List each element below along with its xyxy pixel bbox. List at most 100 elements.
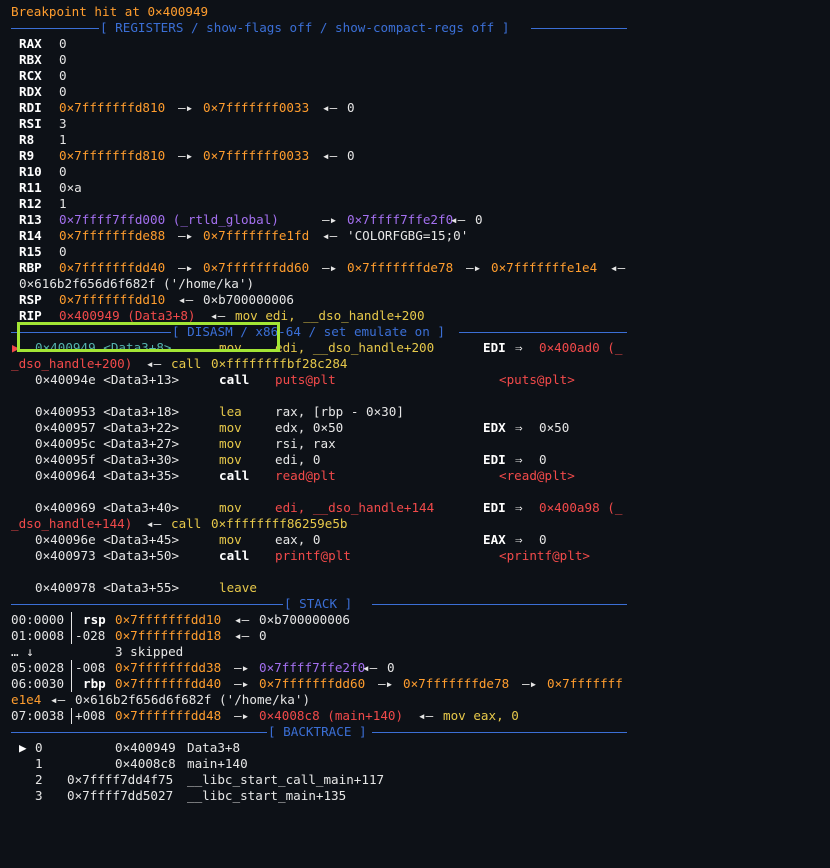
frame-symbol: __libc_start_main+135 bbox=[187, 788, 347, 803]
stack-row: 00:0000 rsp 0×7fffffffdd10 ◂— 0×b7000000… bbox=[11, 612, 350, 628]
stack-address: 0×7fffffffdd38 bbox=[115, 660, 222, 675]
implies-arrow-icon: ⇒ bbox=[515, 500, 523, 515]
instruction-address: 0×400978 <Data3+55> bbox=[35, 580, 180, 595]
register-name: RSI bbox=[19, 116, 42, 131]
deref-value: 0×b700000006 bbox=[203, 292, 294, 307]
register-name: RDX bbox=[19, 84, 42, 99]
highlight-annotation-box bbox=[17, 322, 280, 352]
stack-offset: +008 bbox=[75, 708, 106, 723]
instruction-operands: read@plt bbox=[275, 468, 336, 483]
backtrace-frame: 3 0×7ffff7dd5027 __libc_start_main+135 bbox=[11, 788, 346, 804]
register-value: 0 bbox=[59, 244, 67, 259]
stack-row: 07:0038 +008 0×7fffffffdd48 —▸ 0×4008c8 … bbox=[11, 708, 519, 724]
register-value: 0 bbox=[59, 164, 67, 179]
instruction-mnemonic: mov bbox=[219, 532, 242, 547]
register-row: RDI 0×7fffffffd810 —▸ 0×7fffffff0033 ◂— … bbox=[11, 100, 355, 116]
instruction-address: 0×400969 <Data3+40> bbox=[35, 500, 180, 515]
deref-value: 0 bbox=[347, 148, 355, 163]
pointer-target: 0×7fffffffe1fd bbox=[203, 228, 310, 243]
stack-index: 00:0000 bbox=[11, 612, 65, 627]
instruction-address: 0×40095c <Data3+27> bbox=[35, 436, 180, 451]
instruction-address: 0×40094e <Data3+13> bbox=[35, 372, 180, 387]
instruction-mnemonic: mov bbox=[219, 436, 242, 451]
deref-arrow-icon: ◂— bbox=[50, 692, 66, 707]
instruction-address: 0×40096e <Data3+45> bbox=[35, 532, 180, 547]
implies-arrow-icon: ⇒ bbox=[515, 532, 523, 547]
instruction-mnemonic: mov bbox=[219, 452, 242, 467]
current-frame-marker-icon: ▶ bbox=[19, 740, 27, 755]
frame-address: 0×400949 bbox=[115, 740, 176, 755]
pointer-target: 0×7ffff7ffe2f0 bbox=[347, 212, 454, 227]
instruction-row: 0×400973 <Data3+50> call printf@plt <pri… bbox=[11, 548, 590, 564]
deref-value: 0×616b2f656d6f682f ('/home/ka') bbox=[19, 276, 255, 291]
rule bbox=[11, 604, 283, 605]
deref-arrow-icon: ◂— bbox=[450, 212, 466, 227]
stack-row: 01:0008 -028 0×7fffffffdd18 ◂— 0 bbox=[11, 628, 267, 644]
register-continuation: 0×616b2f656d6f682f ('/home/ka') bbox=[11, 276, 254, 292]
deref-call: call bbox=[171, 356, 202, 371]
register-name: R8 bbox=[19, 132, 35, 147]
stack-index: 06:0030 bbox=[11, 676, 65, 691]
divider bbox=[71, 708, 72, 724]
instruction-mnemonic: mov bbox=[219, 420, 242, 435]
emulated-register: EDI bbox=[483, 500, 506, 515]
register-value: 3 bbox=[59, 116, 67, 131]
instruction-row: 0×400953 <Data3+18> lea rax, [rbp - 0×30… bbox=[11, 404, 404, 420]
arrow-icon: —▸ bbox=[466, 260, 482, 275]
register-row: R12 1 bbox=[11, 196, 67, 212]
frame-symbol: main+140 bbox=[187, 756, 248, 771]
instruction-comment: <read@plt> bbox=[499, 468, 575, 483]
instruction-operands: edi, __dso_handle+144 bbox=[275, 500, 435, 515]
instruction-address: 0×400953 <Data3+18> bbox=[35, 404, 180, 419]
register-row: RCX 0 bbox=[11, 68, 67, 84]
stack-address: 0×7fffffffdd48 bbox=[115, 708, 222, 723]
register-row: RSI 3 bbox=[11, 116, 67, 132]
deref-arrow-icon: ◂— bbox=[146, 356, 162, 371]
emulated-result: 0 bbox=[539, 532, 547, 547]
stack-index: 07:0038 bbox=[11, 708, 65, 723]
registers-title: [ REGISTERS / show-flags off / show-comp… bbox=[100, 20, 510, 35]
instruction-address: 0×400973 <Data3+50> bbox=[35, 548, 180, 563]
instruction-row: 0×40096e <Data3+45> mov eax, 0 EAX ⇒ 0 bbox=[11, 532, 547, 548]
register-pointer: 0×7fffffffdd40 bbox=[59, 260, 166, 275]
emulated-result: 0×50 bbox=[539, 420, 570, 435]
emulated-register: EAX bbox=[483, 532, 506, 547]
pointer-target: 0×7fffffff bbox=[547, 676, 623, 691]
instruction-comment: <puts@plt> bbox=[499, 372, 575, 387]
stack-continuation: e1e4 ◂— 0×616b2f656d6f682f ('/home/ka') bbox=[11, 692, 310, 708]
instruction-row: 0×40095c <Data3+27> mov rsi, rax bbox=[11, 436, 336, 452]
arrow-icon: —▸ bbox=[234, 708, 250, 723]
deref-value: 0 bbox=[475, 212, 483, 227]
arrow-icon: —▸ bbox=[178, 148, 194, 163]
register-pointer: 0×7ffff7ffd000 (_rtld_global) bbox=[59, 212, 279, 227]
terminal: Breakpoint hit at 0×400949 [ REGISTERS /… bbox=[0, 0, 830, 819]
frame-symbol: __libc_start_call_main+117 bbox=[187, 772, 385, 787]
instruction-operands: rsi, rax bbox=[275, 436, 336, 451]
register-value: 1 bbox=[59, 196, 67, 211]
pointer-target: 0×7fffffff0033 bbox=[203, 100, 310, 115]
pointer-target: 0×7fffffffde78 bbox=[347, 260, 454, 275]
instruction-continuation: _dso_handle+144) ◂— call 0×ffffffff86259… bbox=[11, 516, 347, 532]
breakpoint-message: Breakpoint hit at 0×400949 bbox=[11, 4, 208, 20]
instruction-address: 0×40095f <Data3+30> bbox=[35, 452, 180, 467]
stack-value: 0×b700000006 bbox=[259, 612, 350, 627]
deref-arrow-icon: ◂— bbox=[322, 100, 338, 115]
register-pointer: 0×7fffffffde88 bbox=[59, 228, 166, 243]
arrow-icon: —▸ bbox=[178, 228, 194, 243]
deref-arrow-icon: ◂— bbox=[178, 292, 194, 307]
pointer-target: 0×7fffffff0033 bbox=[203, 148, 310, 163]
pointer-target: 0×7ffff7ffe2f0 bbox=[259, 660, 366, 675]
deref-call-target: 0×ffffffffbf28c284 bbox=[211, 356, 348, 371]
implies-arrow-icon: ⇒ bbox=[515, 420, 523, 435]
stack-address: 0×7fffffffdd18 bbox=[115, 628, 222, 643]
deref-arrow-icon: ◂— bbox=[322, 148, 338, 163]
rule bbox=[459, 332, 627, 333]
emulated-result: 0 bbox=[539, 452, 547, 467]
stack-offset: -008 bbox=[75, 660, 106, 675]
register-row: R15 0 bbox=[11, 244, 67, 260]
frame-number: 3 bbox=[35, 788, 43, 803]
instruction-mnemonic: call bbox=[219, 468, 250, 483]
instruction-address: 0×400964 <Data3+35> bbox=[35, 468, 180, 483]
instruction-operands: edi, 0 bbox=[275, 452, 321, 467]
arrow-icon: —▸ bbox=[522, 676, 538, 691]
